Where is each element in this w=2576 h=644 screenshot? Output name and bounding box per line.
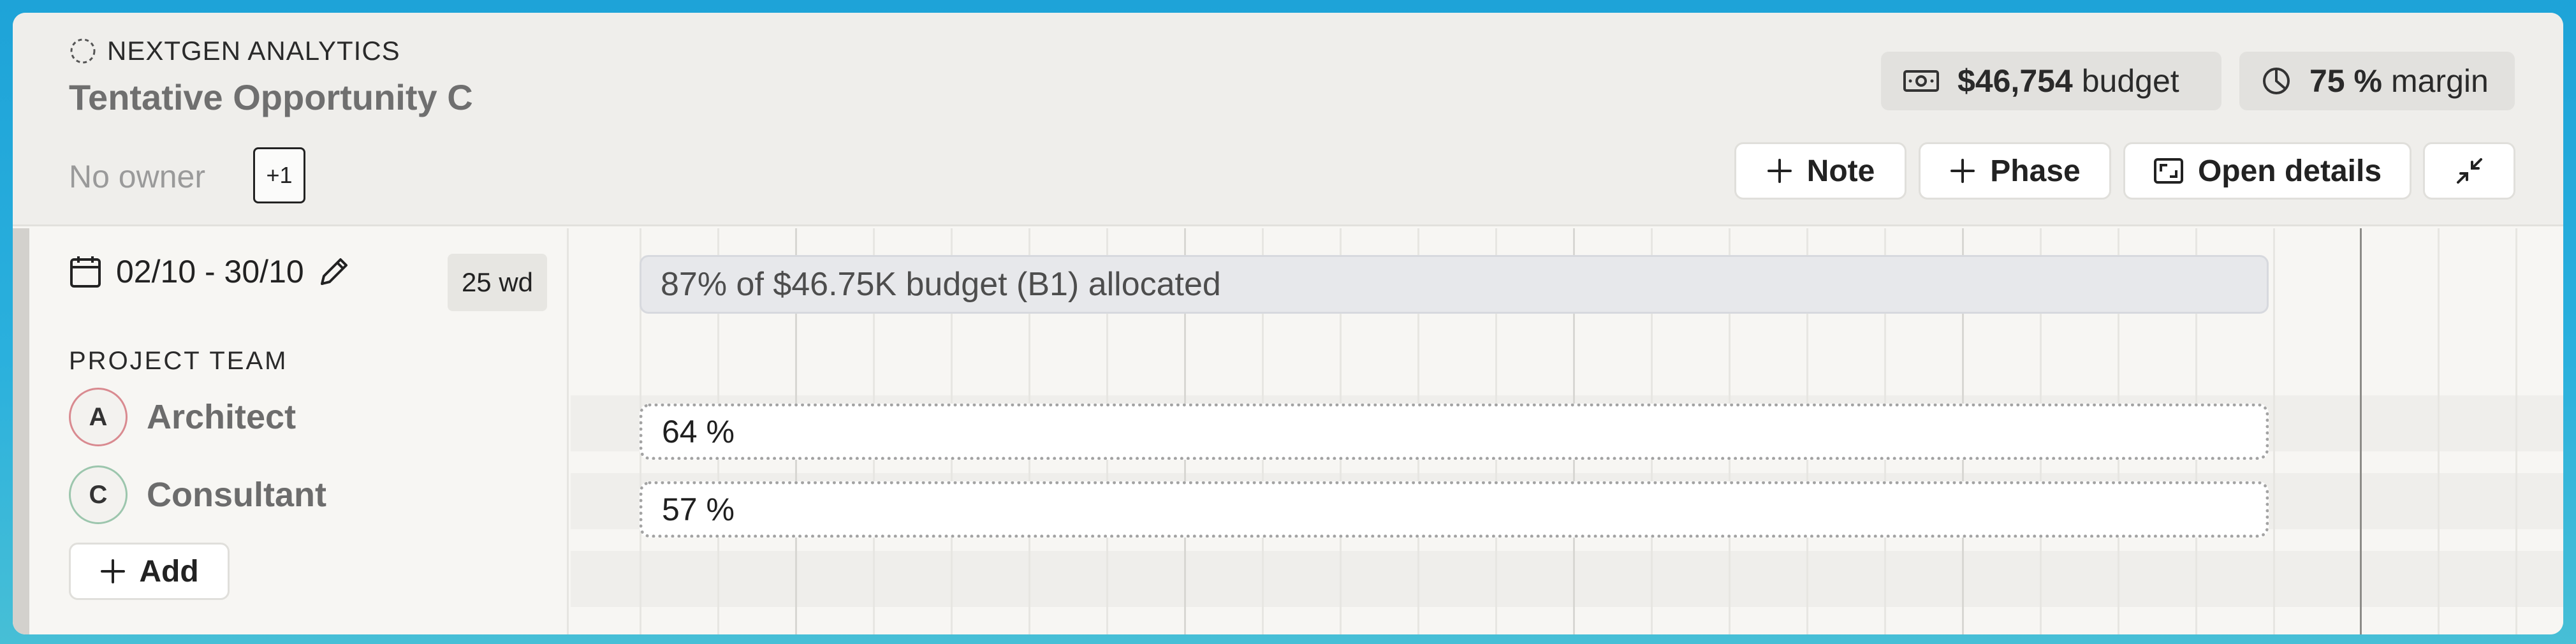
- project-title[interactable]: Tentative Opportunity C: [69, 77, 473, 118]
- banknote-icon: [1903, 70, 1939, 92]
- project-card: NEXTGEN ANALYTICS Tentative Opportunity …: [13, 13, 2563, 634]
- grid-line: [2515, 228, 2517, 634]
- add-member-button[interactable]: Add: [69, 543, 230, 600]
- project-header: NEXTGEN ANALYTICS Tentative Opportunity …: [13, 13, 2563, 226]
- team-panel: 02/10 - 30/10 25 wd PROJECT TEAM A Archi…: [13, 228, 569, 634]
- date-range-text: 02/10 - 30/10: [116, 254, 304, 289]
- add-note-button[interactable]: Note: [1734, 142, 1906, 200]
- grid-line: [2438, 228, 2440, 634]
- budget-badge: $46,754 budget: [1881, 52, 2221, 110]
- budget-allocation-bar[interactable]: 87% of $46.75K budget (B1) allocated: [640, 255, 2269, 314]
- consultant-allocation-bar[interactable]: 57 %: [640, 481, 2269, 538]
- add-phase-button[interactable]: Phase: [1919, 142, 2111, 200]
- member-role: Consultant: [147, 476, 326, 514]
- avatar: C: [69, 465, 128, 524]
- calendar-icon: [70, 256, 101, 288]
- add-phase-label: Phase: [1990, 154, 2081, 188]
- expand-icon: [2153, 158, 2183, 184]
- timeline-grid: 87% of $46.75K budget (B1) allocated 64 …: [571, 228, 2563, 634]
- project-team-heading: PROJECT TEAM: [69, 347, 288, 375]
- margin-suffix: margin: [2390, 63, 2489, 99]
- add-member-label: Add: [139, 554, 199, 589]
- grid-line: [2273, 228, 2275, 634]
- phase-color-strip: [13, 228, 29, 634]
- current-date-line: [2360, 228, 2362, 634]
- plus-icon: [101, 559, 126, 583]
- dashed-circle-icon: [70, 38, 96, 64]
- owner-placeholder[interactable]: No owner: [69, 158, 205, 195]
- add-note-label: Note: [1806, 154, 1875, 188]
- working-days-badge: 25 wd: [448, 254, 547, 311]
- plus-icon: [1767, 159, 1792, 183]
- extra-assignees-button[interactable]: +1: [253, 147, 305, 203]
- client-name: NEXTGEN ANALYTICS: [107, 36, 400, 66]
- collapse-button[interactable]: [2423, 142, 2515, 200]
- open-details-button[interactable]: Open details: [2123, 142, 2411, 200]
- architect-allocation-bar[interactable]: 64 %: [640, 404, 2269, 460]
- avatar: A: [69, 388, 128, 446]
- pencil-icon[interactable]: [318, 256, 350, 288]
- budget-value: $46,754: [1958, 63, 2073, 99]
- open-details-label: Open details: [2197, 154, 2382, 188]
- margin-value: 75 %: [2309, 63, 2382, 99]
- empty-row: [571, 551, 2563, 607]
- client-label: NEXTGEN ANALYTICS: [69, 36, 400, 66]
- margin-badge: 75 % margin: [2239, 52, 2515, 110]
- team-member-consultant[interactable]: C Consultant: [69, 465, 326, 524]
- collapse-icon: [2456, 158, 2482, 184]
- budget-suffix: budget: [2081, 63, 2179, 99]
- team-member-architect[interactable]: A Architect: [69, 388, 296, 446]
- member-role: Architect: [147, 398, 296, 436]
- date-range[interactable]: 02/10 - 30/10: [69, 252, 350, 291]
- pie-chart-icon: [2263, 68, 2290, 94]
- plus-icon: [1950, 159, 1975, 183]
